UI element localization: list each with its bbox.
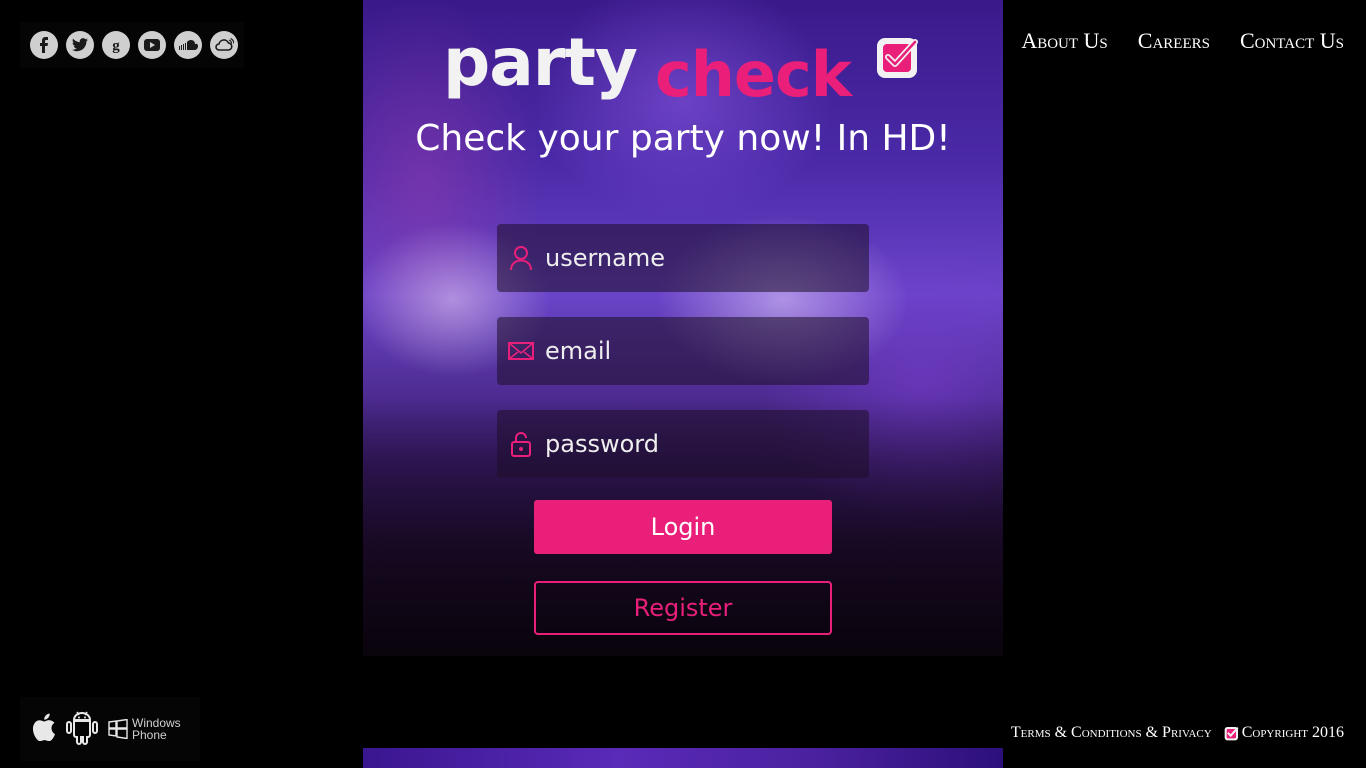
register-button[interactable]: Register [534,581,832,635]
svg-text:g: g [112,38,120,53]
windows-phone-link[interactable]: Windows Phone [108,717,181,741]
top-nav: About Us Careers Contact Us [1021,28,1344,54]
envelope-icon [507,337,535,365]
username-input[interactable] [543,243,869,273]
nav-contact-us[interactable]: Contact Us [1240,28,1344,54]
logo-check-text: check [655,38,852,111]
soundcloud-icon[interactable] [174,31,202,59]
username-field[interactable] [497,224,869,292]
hero-bottom-strip [363,748,1003,768]
password-field[interactable] [497,410,869,478]
hero-panel: party check Check your party now! In HD!… [363,0,1003,656]
password-input[interactable] [543,429,869,459]
nav-about-us[interactable]: About Us [1021,28,1107,54]
app-platforms: Windows Phone [20,697,200,761]
apple-icon[interactable] [32,713,56,745]
logo-party-text: party [443,24,638,101]
copyright: Copyright 2016 [1224,724,1344,742]
email-field[interactable] [497,317,869,385]
nav-careers[interactable]: Careers [1138,28,1210,54]
social-links-bar: g [20,22,244,68]
windows-phone-icon [108,719,128,739]
footer: Terms & Conditions & Privacy Copyright 2… [1011,724,1344,742]
login-button[interactable]: Login [534,500,832,554]
youtube-icon[interactable] [138,31,166,59]
facebook-icon[interactable] [30,31,58,59]
lock-icon [507,430,535,458]
tagline: Check your party now! In HD! [415,118,951,159]
windows-phone-label: Windows Phone [132,716,181,742]
checkbox-badge-icon [877,38,918,78]
checkbox-badge-icon [1224,727,1239,741]
partycheck-logo: party check [443,24,923,111]
twitter-icon[interactable] [66,31,94,59]
user-icon [507,244,535,272]
cloud-signal-icon[interactable] [210,31,238,59]
terms-link[interactable]: Terms & Conditions & Privacy [1011,724,1212,742]
copyright-text: Copyright 2016 [1241,724,1344,741]
email-input[interactable] [543,336,869,366]
google-plus-icon[interactable]: g [102,31,130,59]
android-icon[interactable] [66,709,98,749]
